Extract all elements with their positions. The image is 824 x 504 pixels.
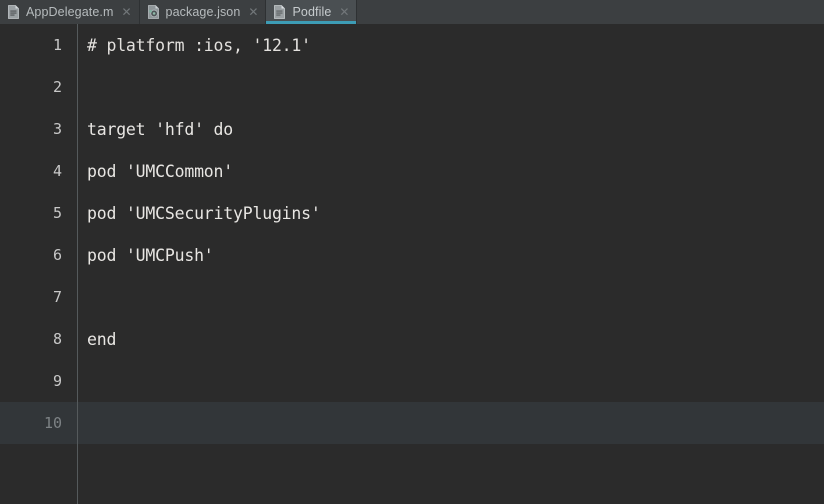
tab-label: AppDelegate.m (26, 5, 114, 19)
line-content: pod 'UMCPush' (87, 245, 214, 265)
tab-label: Podfile (292, 5, 332, 19)
tab-package-json[interactable]: package.json ✕ (139, 0, 267, 24)
line-number: 5 (52, 204, 62, 222)
line-number: 8 (52, 330, 62, 348)
line-content: # platform :ios, '12.1' (87, 35, 311, 55)
code-line[interactable]: 9 (0, 360, 824, 402)
npm-package-file-icon (147, 5, 160, 19)
code-lines: 1 # platform :ios, '12.1' 2 3 target 'hf… (0, 24, 824, 444)
code-line[interactable]: 4 pod 'UMCCommon' (0, 150, 824, 192)
editor-tab-bar: AppDelegate.m ✕ package.json ✕ Podfile ✕ (0, 0, 824, 24)
editor-window: AppDelegate.m ✕ package.json ✕ Podfile ✕… (0, 0, 824, 504)
line-number: 9 (52, 372, 62, 390)
close-icon[interactable]: ✕ (248, 6, 258, 18)
code-line[interactable]: 7 (0, 276, 824, 318)
line-number: 3 (52, 120, 62, 138)
line-number: 6 (52, 246, 62, 264)
tab-podfile[interactable]: Podfile ✕ (266, 0, 358, 24)
code-line[interactable]: 3 target 'hfd' do (0, 108, 824, 150)
line-content: pod 'UMCCommon' (87, 161, 234, 181)
line-number: 10 (43, 414, 62, 432)
code-editor[interactable]: 1 # platform :ios, '12.1' 2 3 target 'hf… (0, 24, 824, 504)
code-line[interactable]: 6 pod 'UMCPush' (0, 234, 824, 276)
line-number: 4 (52, 162, 62, 180)
close-icon[interactable]: ✕ (339, 6, 349, 18)
code-line[interactable]: 2 (0, 66, 824, 108)
tab-label: package.json (165, 5, 241, 19)
gutter-divider (77, 24, 78, 504)
tab-appdelegate-m[interactable]: AppDelegate.m ✕ (0, 0, 140, 24)
code-line[interactable]: 1 # platform :ios, '12.1' (0, 24, 824, 66)
line-number: 2 (52, 78, 62, 96)
ruby-file-icon (273, 5, 286, 19)
code-line[interactable]: 8 end (0, 318, 824, 360)
objective-c-file-icon (7, 5, 20, 19)
line-content: target 'hfd' do (87, 119, 234, 139)
line-content: end (87, 329, 117, 349)
code-line-current[interactable]: 10 (0, 402, 824, 444)
line-content: pod 'UMCSecurityPlugins' (87, 203, 321, 223)
code-line[interactable]: 5 pod 'UMCSecurityPlugins' (0, 192, 824, 234)
line-number: 1 (52, 36, 62, 54)
line-number: 7 (52, 288, 62, 306)
close-icon[interactable]: ✕ (121, 6, 131, 18)
